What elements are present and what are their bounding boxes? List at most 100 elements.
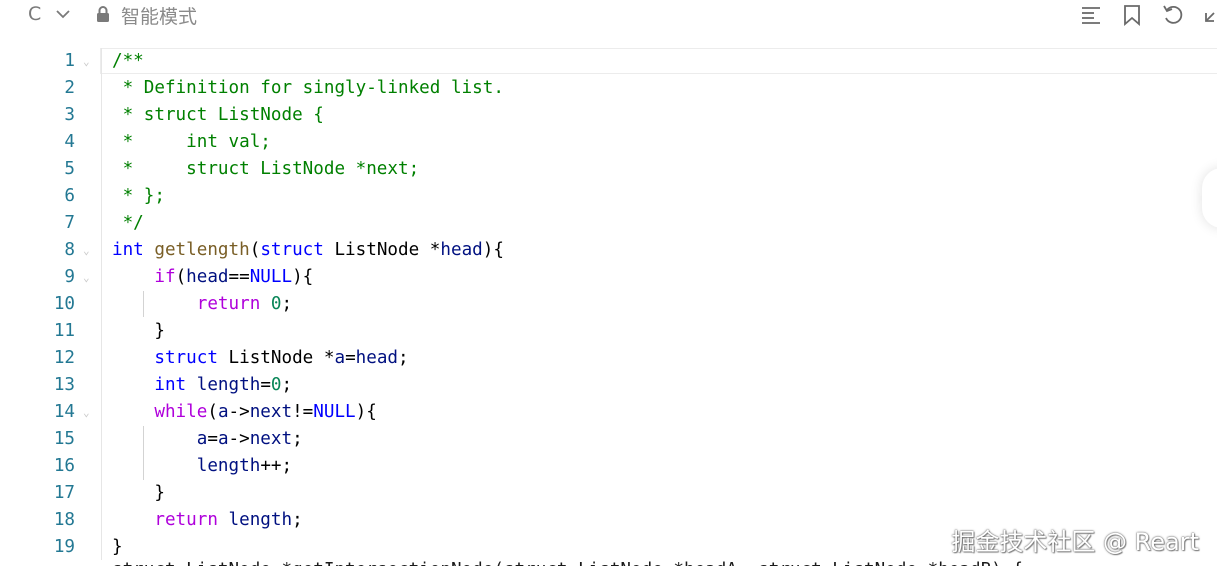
code-token: */ bbox=[112, 213, 144, 233]
line-number: 16 bbox=[53, 456, 75, 476]
code-text: return 0; bbox=[112, 291, 292, 318]
code-token: NULL bbox=[249, 267, 293, 287]
collapse-icon[interactable] bbox=[1204, 4, 1217, 30]
code-token: int bbox=[112, 240, 144, 260]
indent-guide bbox=[143, 426, 144, 480]
code-text: /** bbox=[112, 48, 144, 75]
format-icon[interactable] bbox=[1080, 4, 1102, 30]
code-token: } bbox=[112, 483, 165, 503]
lock-icon bbox=[96, 5, 110, 27]
line-number: 1 bbox=[64, 51, 75, 71]
code-token: == bbox=[228, 267, 250, 287]
code-token: * }; bbox=[112, 186, 165, 206]
code-token: ; bbox=[398, 348, 409, 368]
fold-chevron-icon[interactable]: ⌄ bbox=[83, 48, 90, 75]
line-number: 18 bbox=[53, 510, 75, 530]
code-text: } bbox=[112, 480, 165, 507]
code-token: ; bbox=[281, 294, 293, 314]
line-number: 17 bbox=[53, 483, 75, 503]
code-token: -> bbox=[228, 402, 250, 422]
code-text: * Definition for singly-linked list. bbox=[112, 75, 504, 102]
code-token: } bbox=[112, 321, 165, 341]
code-token: 0 bbox=[270, 375, 282, 395]
code-token: next bbox=[249, 429, 293, 449]
language-selector[interactable]: C bbox=[28, 3, 41, 25]
line-number: 7 bbox=[64, 213, 75, 233]
truncated-code-line: struct ListNode *getIntersectionNode(str… bbox=[112, 560, 1023, 580]
code-editor[interactable]: 1 ⌄ /** 2 * Definition for singly-linked li… bbox=[0, 48, 1217, 570]
code-text: * struct ListNode { bbox=[112, 102, 324, 129]
code-text: while(a->next!=NULL){ bbox=[112, 399, 377, 426]
code-token: = bbox=[260, 375, 271, 395]
bookmark-icon[interactable] bbox=[1122, 4, 1142, 30]
code-token: * Definition for singly-linked list. bbox=[112, 78, 504, 98]
code-text: return length; bbox=[112, 507, 302, 534]
code-token: ( bbox=[249, 240, 261, 260]
line-number: 2 bbox=[64, 78, 75, 98]
code-token: * int val; bbox=[112, 132, 271, 152]
code-token: length bbox=[196, 375, 261, 395]
code-text: if(head==NULL){ bbox=[112, 264, 313, 291]
code-text: * struct ListNode *next; bbox=[112, 156, 420, 183]
code-token: a bbox=[196, 429, 208, 449]
line-number: 12 bbox=[53, 348, 75, 368]
line-number: 9 bbox=[64, 267, 75, 287]
line-number: 13 bbox=[53, 375, 75, 395]
code-token: getlength bbox=[154, 240, 250, 260]
line-number: 4 bbox=[64, 132, 75, 152]
code-token: ListNode * bbox=[217, 348, 335, 368]
code-token: } bbox=[112, 537, 123, 557]
code-token: ; bbox=[281, 375, 293, 395]
code-text: */ bbox=[112, 210, 144, 237]
code-token: != bbox=[292, 402, 314, 422]
code-token: if bbox=[154, 267, 176, 287]
undo-icon[interactable] bbox=[1162, 4, 1184, 30]
code-text: * }; bbox=[112, 183, 165, 210]
code-token: length bbox=[228, 510, 293, 530]
code-token: ( bbox=[207, 402, 218, 422]
chevron-down-icon[interactable] bbox=[55, 6, 71, 26]
code-token: = bbox=[207, 429, 218, 449]
code-token: NULL bbox=[313, 402, 356, 422]
code-token: a bbox=[217, 429, 229, 449]
fold-chevron-icon[interactable]: ⌄ bbox=[83, 237, 90, 264]
line-number: 19 bbox=[53, 537, 75, 557]
code-text: int getlength(struct ListNode *head){ bbox=[112, 237, 504, 264]
code-token: a bbox=[334, 348, 346, 368]
code-token: ){ bbox=[292, 267, 314, 287]
indent-guide bbox=[143, 291, 144, 317]
code-token: struct bbox=[260, 240, 324, 260]
fold-chevron-icon[interactable]: ⌄ bbox=[83, 264, 90, 291]
code-text: } bbox=[112, 534, 123, 561]
code-token: ){ bbox=[355, 402, 377, 422]
code-token: head bbox=[355, 348, 399, 368]
code-token: a bbox=[217, 402, 229, 422]
code-text: length++; bbox=[112, 453, 292, 480]
watermark: 掘金技术社区 @ Reart bbox=[951, 528, 1199, 556]
mode-label[interactable]: 智能模式 bbox=[121, 2, 197, 29]
fold-chevron-icon[interactable]: ⌄ bbox=[83, 399, 90, 426]
code-token: ++; bbox=[260, 456, 293, 476]
line-number: 10 bbox=[53, 294, 75, 314]
code-token: return bbox=[154, 510, 218, 530]
code-token: = bbox=[345, 348, 356, 368]
line-number: 14 bbox=[53, 402, 75, 422]
code-token: ; bbox=[292, 429, 303, 449]
code-text: a=a->next; bbox=[112, 426, 303, 453]
line-number: 6 bbox=[64, 186, 75, 206]
line-number: 3 bbox=[64, 105, 75, 125]
code-token: * struct ListNode { bbox=[112, 105, 324, 125]
code-token: while bbox=[154, 402, 208, 422]
line-number: 15 bbox=[53, 429, 75, 449]
